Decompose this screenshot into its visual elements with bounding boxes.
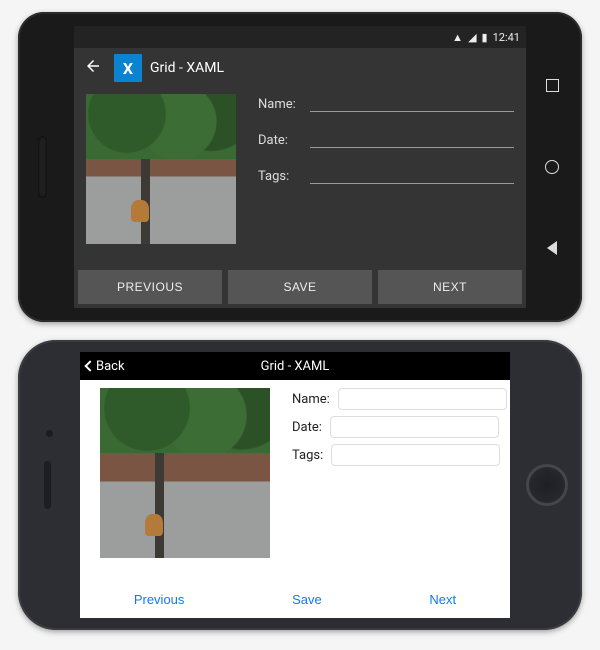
next-button[interactable]: Next xyxy=(429,592,456,607)
name-input[interactable] xyxy=(338,388,507,410)
status-time: 12:41 xyxy=(493,31,520,44)
next-button[interactable]: NEXT xyxy=(378,270,522,304)
ios-screen: Back Grid - XAML Name: Date: Tags: xyxy=(80,352,510,618)
android-back-icon[interactable] xyxy=(547,241,557,255)
android-statusbar: ▲ ◢ ▮ 12:41 xyxy=(74,26,526,48)
previous-button[interactable]: Previous xyxy=(134,592,185,607)
name-label: Name: xyxy=(292,392,330,407)
android-home-icon[interactable] xyxy=(545,160,559,174)
ios-body: Name: Date: Tags: xyxy=(80,380,510,588)
tags-label: Tags: xyxy=(258,169,300,184)
ios-camera xyxy=(46,430,53,437)
toolbar-title: Grid - XAML xyxy=(150,60,224,76)
signal-icon: ◢ xyxy=(468,31,476,44)
ios-earpiece xyxy=(44,461,51,509)
tags-input[interactable] xyxy=(331,444,500,466)
ios-device: Back Grid - XAML Name: Date: Tags: xyxy=(18,340,582,630)
date-label: Date: xyxy=(258,133,300,148)
button-bar: Previous Save Next xyxy=(80,586,510,612)
back-icon[interactable] xyxy=(80,53,106,83)
android-toolbar: X Grid - XAML xyxy=(74,48,526,88)
tags-label: Tags: xyxy=(292,448,323,463)
xamarin-logo-icon: X xyxy=(114,54,142,82)
android-body: Name: Date: Tags: xyxy=(74,88,526,268)
name-input[interactable] xyxy=(310,94,514,112)
tags-input[interactable] xyxy=(310,166,514,184)
battery-icon: ▮ xyxy=(482,31,488,44)
date-input[interactable] xyxy=(330,416,499,438)
save-button[interactable]: Save xyxy=(292,592,322,607)
ios-navbar: Back Grid - XAML xyxy=(80,352,510,380)
form-fields: Name: Date: Tags: xyxy=(258,94,514,244)
form-fields: Name: Date: Tags: xyxy=(292,388,490,558)
photo-thumbnail xyxy=(86,94,236,244)
android-nav-keys xyxy=(538,12,566,322)
android-screen: ▲ ◢ ▮ 12:41 X Grid - XAML Name: xyxy=(74,26,526,308)
android-device: ▲ ◢ ▮ 12:41 X Grid - XAML Name: xyxy=(18,12,582,322)
button-bar: PREVIOUS SAVE NEXT xyxy=(78,270,522,304)
previous-button[interactable]: PREVIOUS xyxy=(78,270,222,304)
name-label: Name: xyxy=(258,97,300,112)
ios-home-button[interactable] xyxy=(526,464,568,506)
nav-title: Grid - XAML xyxy=(80,359,510,374)
date-label: Date: xyxy=(292,420,322,435)
date-input[interactable] xyxy=(310,130,514,148)
wifi-icon: ▲ xyxy=(452,31,463,44)
android-speaker xyxy=(38,136,47,198)
photo-thumbnail xyxy=(100,388,270,558)
save-button[interactable]: SAVE xyxy=(228,270,372,304)
android-recent-icon[interactable] xyxy=(546,79,559,92)
